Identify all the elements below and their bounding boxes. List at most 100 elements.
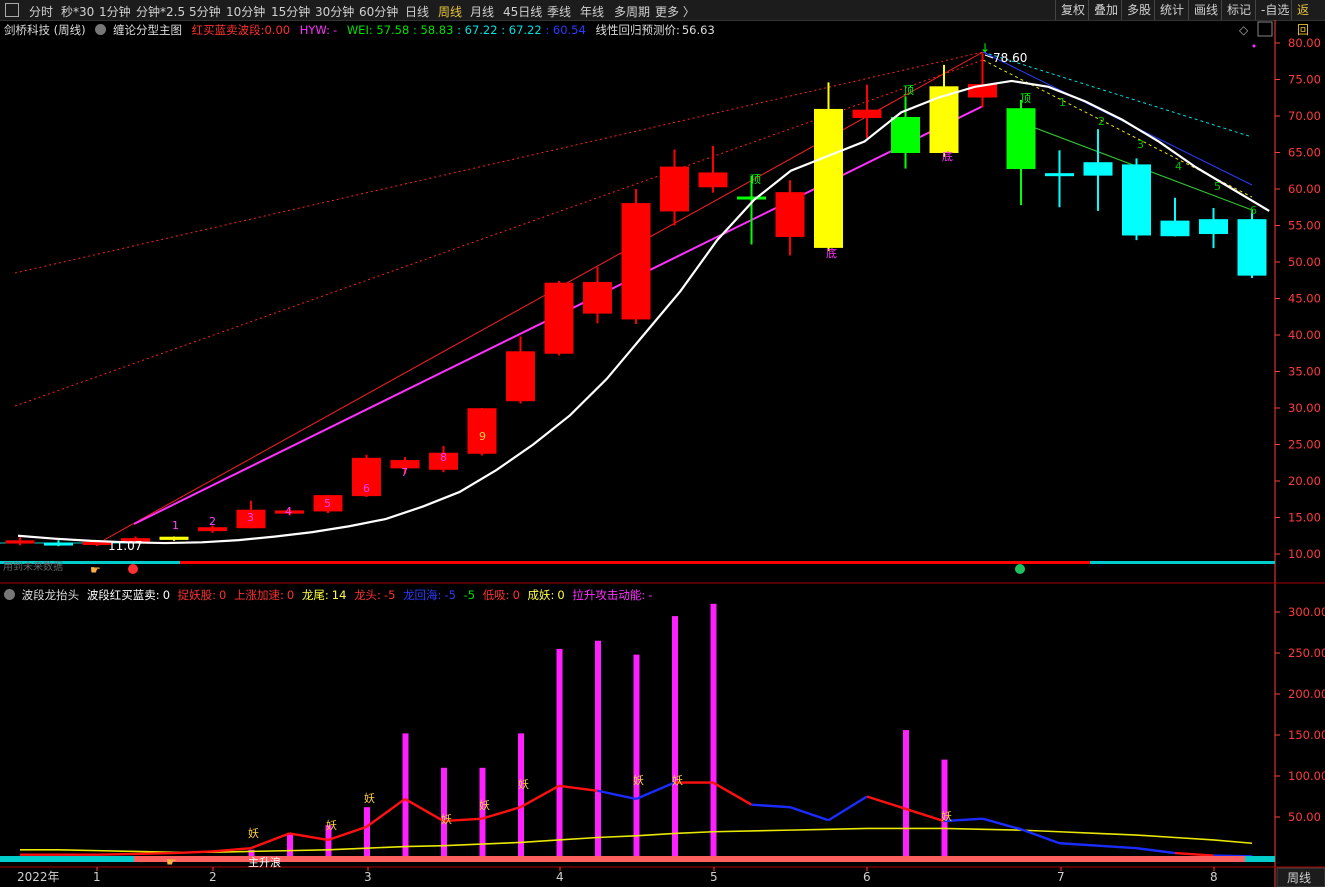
candle-body	[1122, 164, 1151, 236]
panel-toggle-icon	[1257, 21, 1273, 37]
yao-marker: 妖	[518, 777, 529, 791]
count-number: 4	[1175, 160, 1182, 173]
count-number: 2	[1098, 115, 1105, 128]
candle-body	[891, 116, 920, 153]
month-label: 2	[209, 870, 217, 884]
red-blue-line	[905, 807, 945, 823]
yao-marker: 妖	[364, 791, 375, 805]
count-number: 1	[1059, 96, 1066, 109]
red-blue-line	[751, 803, 791, 809]
month-label: 8	[1210, 870, 1218, 884]
red-blue-line	[597, 789, 637, 801]
volume-bar	[710, 603, 717, 858]
volume-bar	[402, 733, 409, 858]
top-arrow-icon: ↓	[980, 41, 990, 55]
month-label: 4	[556, 870, 564, 884]
sub-hand-icon: ☛	[166, 855, 177, 869]
red-blue-line	[866, 795, 906, 810]
red-blue-line	[289, 832, 329, 842]
sell-signal-icon	[1015, 564, 1025, 574]
red-blue-line	[558, 784, 598, 792]
yao-marker: 妖	[479, 798, 490, 812]
red-blue-line	[173, 850, 213, 855]
count-number: 1	[172, 519, 179, 532]
count-number: 6	[1250, 204, 1257, 217]
price-tick-label: 45.00	[1288, 292, 1321, 306]
yao-marker: 妖	[672, 773, 683, 787]
price-tick-label: 40.00	[1288, 328, 1321, 342]
candle-body	[506, 351, 535, 402]
sub-tick-label: 150.00	[1288, 728, 1325, 742]
volume-bar	[903, 730, 909, 858]
count-number: 4	[285, 505, 292, 518]
red-blue-line	[827, 795, 868, 822]
candle-body	[5, 540, 35, 544]
max-price-label: 78.60	[993, 51, 1027, 65]
price-tick-label: 20.00	[1288, 474, 1321, 488]
red-blue-line	[404, 797, 445, 823]
price-tick-label: 50.00	[1288, 255, 1321, 269]
diamond-icon: ◇	[1239, 23, 1249, 37]
sub-tick-label: 100.00	[1288, 769, 1325, 783]
count-number: 5	[1214, 180, 1221, 193]
candle-body	[1160, 220, 1190, 237]
volume-bar	[518, 733, 524, 858]
hand-icon: ☛	[90, 563, 101, 577]
volume-bar	[556, 648, 563, 858]
count-number: 7	[401, 466, 408, 479]
future-data-warning: 用到未来数据	[3, 560, 63, 573]
price-tick-label: 25.00	[1288, 438, 1321, 452]
candle-body	[737, 196, 766, 200]
red-blue-line	[1059, 842, 1099, 847]
top-marker: 顶	[1020, 92, 1031, 105]
signal-strip-cyan-right	[1090, 561, 1275, 564]
candle-body	[583, 281, 612, 314]
month-label: 3	[364, 870, 372, 884]
candle-body	[198, 527, 227, 532]
mark-dot	[1252, 44, 1256, 48]
month-label: 6	[863, 870, 871, 884]
price-tick-label: 10.00	[1288, 547, 1321, 561]
count-number: 8	[440, 451, 447, 464]
yao-marker: 妖	[326, 818, 337, 832]
candle-body	[82, 541, 112, 546]
sub-band-red	[0, 856, 1275, 862]
red-blue-line	[96, 852, 136, 856]
price-tick-label: 35.00	[1288, 365, 1321, 379]
count-number: 3	[247, 511, 254, 524]
count-number: 2	[209, 515, 216, 528]
candle-body	[1083, 162, 1113, 176]
count-number: 9	[479, 430, 486, 443]
price-tick-label: 55.00	[1288, 219, 1321, 233]
volume-bar	[633, 654, 640, 858]
sub-tick-label: 50.00	[1288, 810, 1321, 824]
candle-body	[44, 542, 73, 546]
price-tick-label: 60.00	[1288, 182, 1321, 196]
count-number: 6	[363, 482, 370, 495]
volume-bar	[672, 616, 678, 858]
month-label: 5	[710, 870, 718, 884]
price-tick-label: 65.00	[1288, 146, 1321, 160]
top-marker: 顶	[750, 173, 761, 186]
candle-body	[1006, 108, 1036, 170]
bottom-marker: 底	[942, 149, 953, 163]
price-tick-label: 15.00	[1288, 511, 1321, 525]
kline-chart[interactable]: ◇ 78.6011.07↓顶顶顶底底1 2 3 456789123456 妖妖妖妖妖妖…	[0, 0, 1325, 887]
yao-marker: 妖	[633, 773, 644, 787]
candle-body	[814, 108, 843, 248]
red-blue-line	[789, 806, 829, 822]
red-blue-line	[982, 817, 1022, 831]
sub-band-cyan-left	[0, 856, 134, 862]
red-blue-line	[1136, 846, 1176, 855]
bottom-marker: 底	[826, 246, 837, 260]
yao-marker: 妖	[941, 809, 952, 823]
red-blue-line	[712, 781, 753, 806]
volume-bar	[364, 807, 370, 858]
year-label: 2022年	[17, 870, 60, 884]
top-marker: 顶	[903, 84, 914, 97]
price-tick-label: 80.00	[1288, 36, 1321, 50]
candle-body	[1045, 173, 1074, 177]
price-tick-label: 70.00	[1288, 109, 1321, 123]
candle-body	[775, 192, 805, 237]
min-price-label: 11.07	[108, 539, 142, 553]
